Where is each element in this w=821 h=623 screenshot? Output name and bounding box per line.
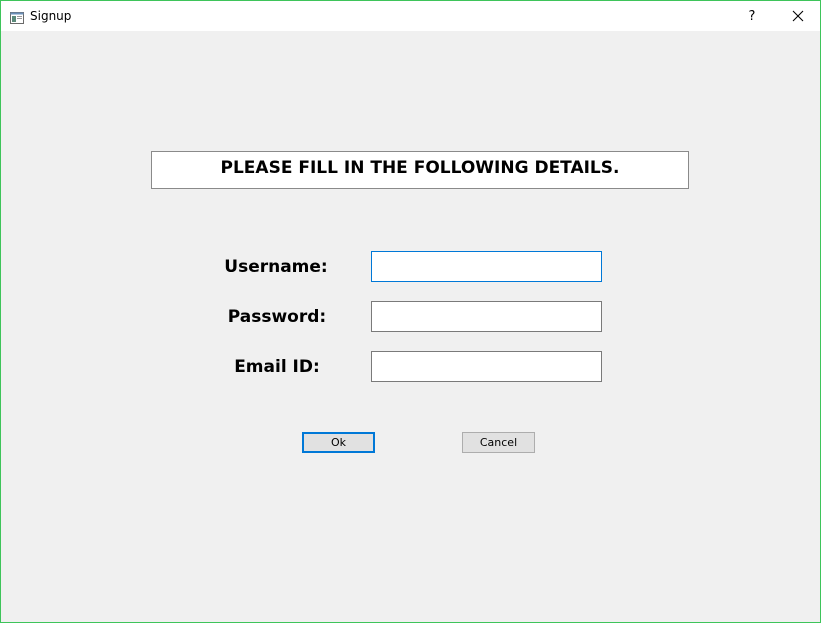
username-input[interactable] — [371, 251, 602, 282]
title-bar[interactable]: Signup ? — [1, 1, 820, 31]
email-input[interactable] — [371, 351, 602, 382]
username-label: Username: — [224, 257, 328, 277]
close-icon — [792, 7, 804, 26]
form-heading: PLEASE FILL IN THE FOLLOWING DETAILS. — [151, 151, 689, 189]
help-button[interactable]: ? — [734, 1, 770, 31]
close-button[interactable] — [776, 1, 820, 31]
app-window-icon — [10, 9, 24, 24]
window-title: Signup — [30, 9, 72, 23]
password-input[interactable] — [371, 301, 602, 332]
email-label: Email ID: — [234, 357, 320, 377]
signup-window: Signup ? PLEASE FILL IN THE FOLLOWING DE… — [0, 0, 821, 623]
ok-button[interactable]: Ok — [302, 432, 375, 453]
cancel-button[interactable]: Cancel — [462, 432, 535, 453]
password-label: Password: — [227, 307, 327, 327]
